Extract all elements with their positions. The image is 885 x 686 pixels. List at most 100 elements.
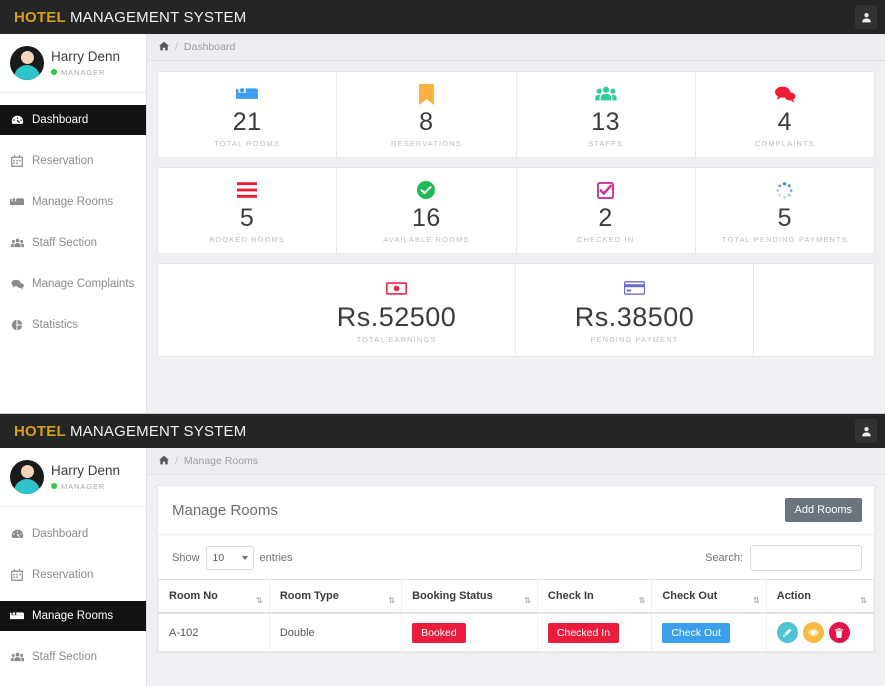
table-head: Room No ⇅ Room Type ⇅ Booking Status ⇅ C… xyxy=(158,579,875,614)
dashboard-content: / Dashboard 21 TOTAL ROOMS 8 RESERVATION… xyxy=(147,34,885,413)
profile-name: Harry Denn xyxy=(51,463,121,479)
stat-label: BOOKED ROOMS xyxy=(209,235,285,244)
navbar-user-menu[interactable] xyxy=(855,419,877,443)
show-label: Show xyxy=(172,552,200,564)
breadcrumb-current: Dashboard xyxy=(183,41,236,53)
column-header-check-in[interactable]: Check In ⇅ xyxy=(537,579,653,614)
sort-icon[interactable]: ⇅ xyxy=(860,597,867,605)
app-brand: HOTEL MANAGEMENT SYSTEM xyxy=(14,9,246,26)
brand-part-1: HOTEL xyxy=(14,422,66,440)
stat-value: 21 xyxy=(232,108,262,136)
column-label: Check Out xyxy=(662,590,718,602)
cell-room-no: A-102 xyxy=(158,613,270,652)
bed-icon xyxy=(10,609,24,623)
sidebar: Harry Denn MANAGER Dashboard Reservation… xyxy=(0,34,147,413)
bed-icon xyxy=(10,195,24,209)
user-icon xyxy=(861,12,872,23)
view-button[interactable] xyxy=(802,622,824,643)
stats-row-1: 21 TOTAL ROOMS 8 RESERVATIONS 13 STAFFS … xyxy=(157,71,875,158)
stat-label: COMPLAINTS xyxy=(754,139,815,148)
page-title: Manage Rooms xyxy=(172,501,278,519)
sort-icon[interactable]: ⇅ xyxy=(388,597,395,605)
column-header-action[interactable]: Action ⇅ xyxy=(766,579,875,614)
stat-label: TOTAL ROOMS xyxy=(214,139,280,148)
stat-label: CHECKED IN xyxy=(576,235,635,244)
sidebar-item-label: Dashboard xyxy=(32,114,89,126)
search-input[interactable] xyxy=(750,545,862,571)
entries-select[interactable]: 10 xyxy=(205,546,254,570)
breadcrumb: / Dashboard xyxy=(147,34,885,61)
sort-icon[interactable]: ⇅ xyxy=(524,597,531,605)
show-entries-control: Show 10 entries xyxy=(172,546,293,570)
sidebar-item-label: Manage Rooms xyxy=(32,610,114,622)
stat-value: 13 xyxy=(591,108,621,136)
sidebar-item-label: Reservation xyxy=(32,569,94,581)
sidebar-item-manage-complaints[interactable]: Manage Complaints xyxy=(0,269,146,299)
user-icon xyxy=(861,426,872,437)
profile-role: MANAGER xyxy=(51,482,120,491)
sort-icon[interactable]: ⇅ xyxy=(256,597,263,605)
delete-button[interactable] xyxy=(828,622,850,643)
users-icon xyxy=(521,83,691,105)
stat-card-pending-payment: Rs.38500 PENDING PAYMENT xyxy=(516,264,754,357)
stat-label: STAFFS xyxy=(588,139,624,148)
sidebar-item-dashboard[interactable]: Dashboard xyxy=(0,105,146,135)
avatar xyxy=(10,46,44,80)
column-label: Check In xyxy=(547,590,594,602)
check-in-badge[interactable]: Checked In xyxy=(547,622,620,643)
profile-role: MANAGER xyxy=(51,68,120,77)
bookmark-icon xyxy=(341,83,511,105)
column-header-booking-status[interactable]: Booking Status ⇅ xyxy=(401,579,538,614)
stats-row-3: Rs.52500 TOTAL EARNINGS Rs.38500 PENDING… xyxy=(157,263,875,358)
column-header-room-no[interactable]: Room No ⇅ xyxy=(158,579,270,614)
sidebar-item-statistics[interactable]: Statistics xyxy=(0,310,146,340)
edit-button[interactable] xyxy=(776,622,798,643)
brand-part-2: MANAGEMENT SYSTEM xyxy=(69,422,247,440)
card-header: Manage Rooms Add Rooms xyxy=(158,486,874,535)
sidebar-item-manage-rooms[interactable]: Manage Rooms xyxy=(0,187,146,217)
column-header-room-type[interactable]: Room Type ⇅ xyxy=(269,579,403,614)
comments-icon xyxy=(10,278,24,291)
stat-card-booked-rooms: 5 BOOKED ROOMS xyxy=(158,168,338,253)
sidebar-item-staff-section[interactable]: Staff Section xyxy=(0,642,146,672)
cell-booking-status: Booked xyxy=(401,613,538,652)
stat-value: 2 xyxy=(598,204,613,232)
stat-value: 8 xyxy=(419,108,434,136)
column-label: Room No xyxy=(169,590,218,602)
stat-label: TOTAL PENDING PAYMENTS xyxy=(721,235,848,244)
sidebar-item-dashboard[interactable]: Dashboard xyxy=(0,519,146,549)
calendar-icon xyxy=(10,155,24,167)
profile-role-label: MANAGER xyxy=(61,67,106,77)
sort-icon[interactable]: ⇅ xyxy=(753,597,760,605)
money-bill-icon xyxy=(282,277,511,299)
sidebar-item-reservation[interactable]: Reservation xyxy=(0,560,146,590)
sidebar-item-staff-section[interactable]: Staff Section xyxy=(0,228,146,258)
check-out-button[interactable]: Check Out xyxy=(662,622,730,643)
profile-block[interactable]: Harry Denn MANAGER xyxy=(0,448,146,507)
check-square-icon xyxy=(521,179,691,201)
profile-block[interactable]: Harry Denn MANAGER xyxy=(0,34,146,93)
comments-icon xyxy=(700,83,870,105)
stat-value: 16 xyxy=(411,204,441,232)
online-status-dot xyxy=(51,69,57,76)
sidebar-menu: Dashboard Reservation Manage Rooms Staff… xyxy=(0,507,146,672)
cell-check-in: Checked In xyxy=(537,613,653,652)
add-rooms-button[interactable]: Add Rooms xyxy=(784,498,862,522)
brand-part-1: HOTEL xyxy=(14,8,66,26)
spinner-icon xyxy=(700,179,870,201)
sidebar-item-reservation[interactable]: Reservation xyxy=(0,146,146,176)
stat-label: AVAILABLE ROOMS xyxy=(383,235,470,244)
home-icon[interactable] xyxy=(159,41,169,54)
home-icon[interactable] xyxy=(159,455,169,468)
dashboard-panels: 21 TOTAL ROOMS 8 RESERVATIONS 13 STAFFS … xyxy=(147,61,885,413)
sort-icon[interactable]: ⇅ xyxy=(639,597,646,605)
column-header-check-out[interactable]: Check Out ⇅ xyxy=(651,579,767,614)
top-navbar: HOTEL MANAGEMENT SYSTEM xyxy=(0,414,885,448)
sidebar-item-manage-rooms[interactable]: Manage Rooms xyxy=(0,601,146,631)
stat-card-complaints: 4 COMPLAINTS xyxy=(696,72,874,157)
navbar-user-menu[interactable] xyxy=(855,5,877,29)
column-label: Action xyxy=(776,590,811,602)
stat-card-reservations: 8 RESERVATIONS xyxy=(337,72,517,157)
users-icon xyxy=(10,237,24,250)
table-body: A-102 Double Booked Checked In Check Out xyxy=(158,613,875,652)
